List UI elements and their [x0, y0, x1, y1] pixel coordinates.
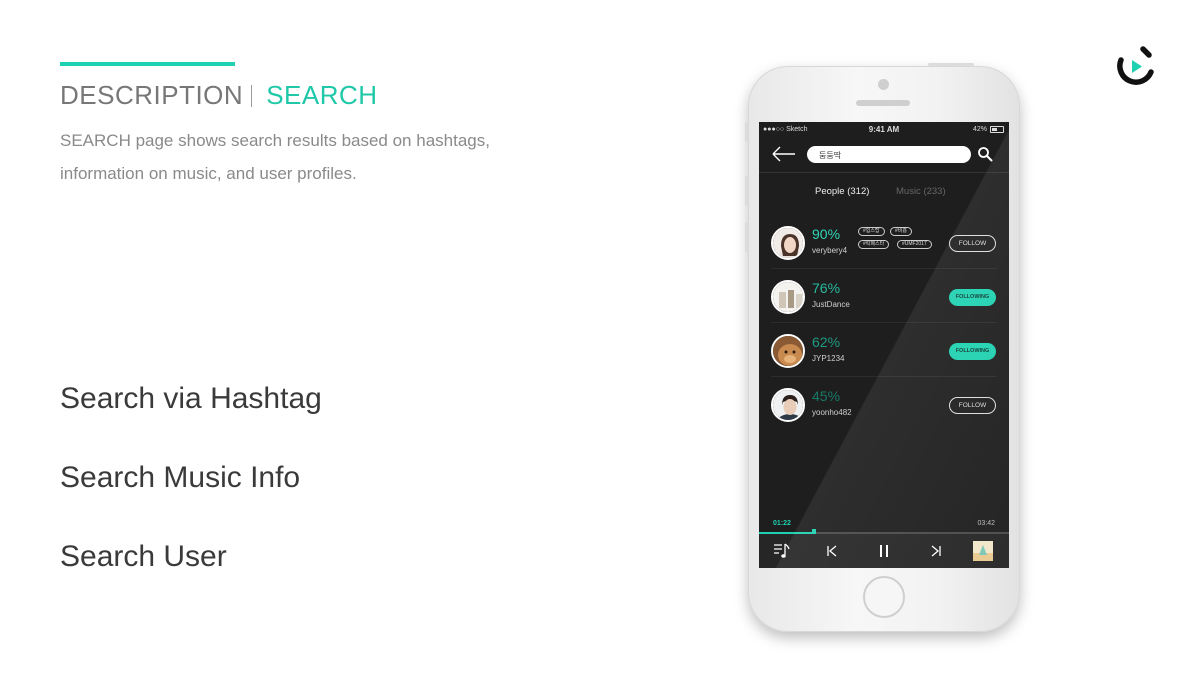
hashtag-chip[interactable]: #UMF2017 — [897, 240, 932, 249]
phone-camera — [878, 79, 889, 90]
phone-speaker — [856, 100, 910, 106]
header-divider — [759, 172, 1009, 173]
result-row[interactable]: 62% JYP1234 FOLLOWING — [759, 323, 1009, 377]
match-percent: 62% — [812, 334, 841, 350]
description-text: SEARCH page shows search results based o… — [60, 131, 490, 183]
following-button[interactable]: FOLLOWING — [949, 289, 996, 306]
follow-button[interactable]: FOLLOW — [949, 397, 996, 414]
battery-percent: 42% — [972, 126, 987, 133]
search-input[interactable]: 둠둠딱 — [807, 146, 971, 163]
username: yoonho482 — [812, 408, 852, 417]
title-main: SEARCH — [266, 80, 378, 110]
phone-power-button — [928, 63, 974, 66]
match-percent: 76% — [812, 280, 841, 296]
feature-music-info: Search Music Info — [60, 461, 301, 494]
avatar — [771, 280, 805, 314]
album-art[interactable] — [973, 541, 993, 561]
phone-volume-up — [745, 176, 748, 206]
phone-mockup: ●●●○○ Sketch 9:41 AM 42% 둠둠딱 People (312… — [745, 63, 1020, 632]
next-icon[interactable] — [927, 542, 945, 560]
avatar — [771, 334, 805, 368]
hashtag-chip[interactable]: #비흡 — [890, 227, 912, 236]
arrow-left-icon[interactable] — [771, 146, 797, 162]
feature-user: Search User — [60, 540, 227, 573]
pause-icon[interactable] — [875, 542, 893, 560]
accent-rule — [60, 62, 235, 66]
avatar — [771, 226, 805, 260]
previous-icon[interactable] — [823, 542, 841, 560]
result-row[interactable]: 76% JustDance FOLLOWING — [759, 269, 1009, 323]
app-screen: ●●●○○ Sketch 9:41 AM 42% 둠둠딱 People (312… — [759, 122, 1009, 568]
feature-hashtag: Search via Hashtag — [60, 382, 322, 415]
following-button[interactable]: FOLLOWING — [949, 343, 996, 360]
username: JustDance — [812, 300, 850, 309]
phone-mute-switch — [745, 122, 748, 142]
tab-music[interactable]: Music (233) — [896, 186, 946, 197]
total-time: 03:42 — [977, 520, 995, 527]
player-bar — [759, 534, 1009, 568]
battery-icon — [990, 126, 1004, 133]
slide-title: DESCRIPTION SEARCH — [60, 80, 378, 111]
follow-button[interactable]: FOLLOW — [949, 235, 996, 252]
title-divider — [251, 84, 253, 107]
result-row[interactable]: 90% verybery4 #힙스탑 #비흡 #락페스타 #UMF2017 FO… — [759, 215, 1009, 269]
avatar — [771, 388, 805, 422]
username: JYP1234 — [812, 354, 845, 363]
title-prefix: DESCRIPTION — [60, 80, 244, 110]
tab-people[interactable]: People (312) — [815, 186, 869, 197]
status-time: 9:41 AM — [868, 125, 900, 134]
hashtag-chip[interactable]: #힙스탑 — [858, 227, 885, 236]
match-percent: 90% — [812, 226, 841, 242]
username: verybery4 — [812, 246, 848, 255]
match-percent: 45% — [812, 388, 841, 404]
current-time: 01:22 — [773, 520, 791, 527]
result-row[interactable]: 45% yoonho482 FOLLOW — [759, 377, 1009, 431]
status-bar: ●●●○○ Sketch 9:41 AM 42% — [759, 122, 1009, 138]
playlist-icon[interactable] — [773, 542, 791, 560]
home-button[interactable] — [863, 576, 905, 618]
magnifier-icon[interactable] — [977, 146, 993, 162]
brand-logo-icon — [1117, 46, 1154, 85]
phone-volume-down — [745, 222, 748, 252]
hashtag-chip[interactable]: #락페스타 — [858, 240, 890, 249]
